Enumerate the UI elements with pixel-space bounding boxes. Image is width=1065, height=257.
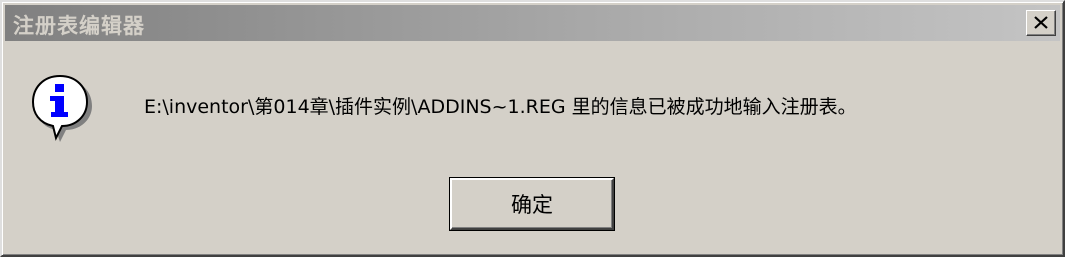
message-text: E:\inventor\第014章\插件实例\ADDINS~1.REG 里的信息… bbox=[144, 96, 857, 118]
title-bar[interactable]: 注册表编辑器 bbox=[5, 5, 1060, 41]
ok-button[interactable]: 确定 bbox=[450, 178, 614, 230]
close-button[interactable] bbox=[1026, 10, 1056, 36]
message-dialog: 注册表编辑器 E:\inventor\第014章\插件实例\ADDINS~1.R… bbox=[0, 0, 1065, 257]
window-title: 注册表编辑器 bbox=[13, 14, 145, 38]
information-icon bbox=[31, 74, 92, 142]
close-x-icon bbox=[1034, 16, 1048, 29]
